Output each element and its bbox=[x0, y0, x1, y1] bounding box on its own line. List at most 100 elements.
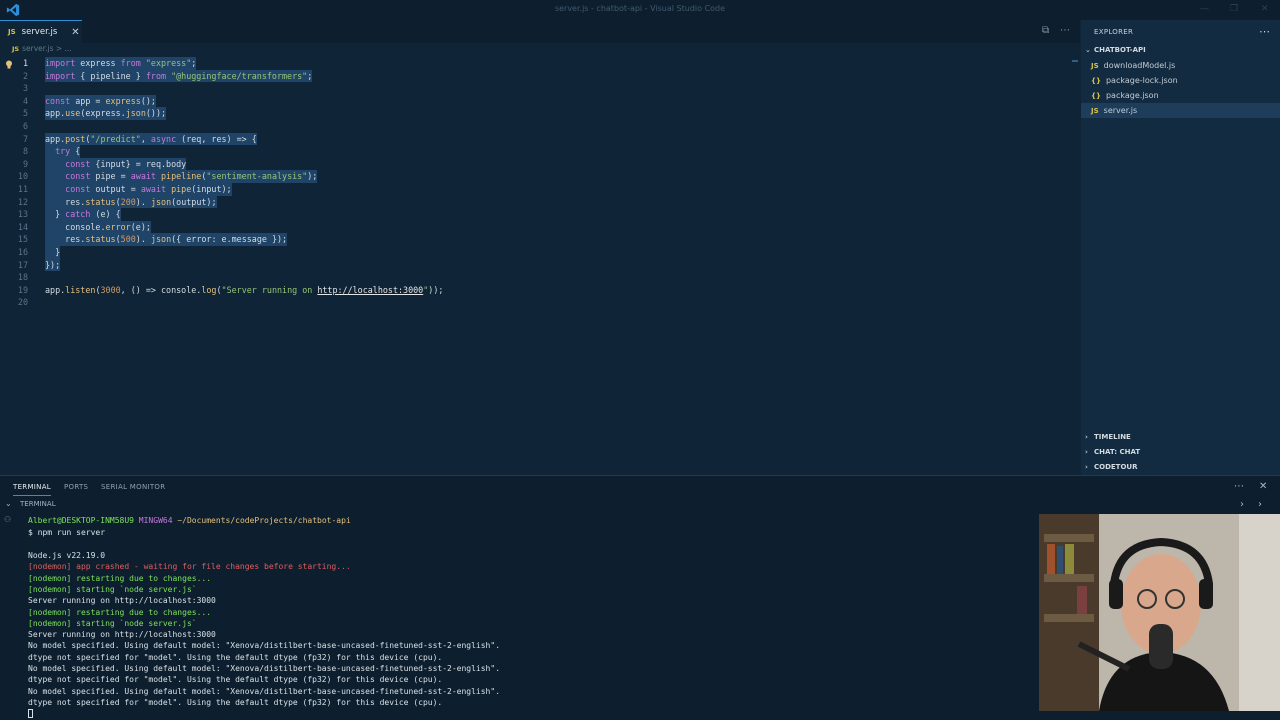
code-text: import { pipeline } from "@huggingface/t… bbox=[45, 69, 313, 83]
sidebar-section-header[interactable]: › TIMELINE bbox=[1085, 433, 1131, 441]
code-text: import express from "express"; bbox=[45, 57, 197, 70]
explorer-file-item[interactable]: {} package-lock.json bbox=[1081, 73, 1280, 88]
code-text: console.error(e); bbox=[45, 220, 151, 234]
code-line[interactable]: 17}); bbox=[0, 258, 1070, 272]
breadcrumb-text: server.js > ... bbox=[22, 44, 72, 53]
more-actions-icon[interactable]: ⋯ bbox=[1060, 25, 1070, 36]
file-name: server.js bbox=[1103, 106, 1138, 115]
terminal-output-line: No model specified. Using default model:… bbox=[28, 664, 501, 673]
code-line[interactable]: 11 const output = await pipe(input); bbox=[0, 183, 1070, 196]
folder-header[interactable]: ⌄ CHATBOT-API bbox=[1085, 46, 1146, 54]
chevron-right-icon: › bbox=[1085, 463, 1088, 471]
panel-tabs: TERMINAL PORTS SERIAL MONITOR ⋯ ✕ bbox=[0, 476, 1280, 498]
chevron-right-icon[interactable]: › bbox=[1258, 499, 1262, 510]
code-line[interactable]: 2 import { pipeline } from "@huggingface/… bbox=[0, 69, 1070, 83]
terminal-output-line: Server running on http://localhost:3000 bbox=[28, 596, 216, 606]
chevron-right-icon: › bbox=[1085, 448, 1088, 456]
more-actions-icon[interactable]: ⋯ bbox=[1259, 25, 1270, 38]
code-line[interactable]: 9 const {input} = req.body bbox=[0, 157, 1070, 171]
code-line[interactable]: 18 bbox=[0, 271, 1070, 284]
line-number: 8 bbox=[22, 146, 28, 157]
chevron-down-icon: ⌄ bbox=[1085, 46, 1091, 54]
scrollbar-marker bbox=[1072, 60, 1078, 62]
explorer-file-item[interactable]: {} package.json bbox=[1081, 88, 1280, 103]
code-line[interactable]: 1 import express from "express"; bbox=[0, 57, 1070, 70]
code-line[interactable]: 14 console.error(e); bbox=[0, 220, 1070, 234]
explorer-file-item[interactable]: JS downloadModel.js bbox=[1081, 58, 1280, 73]
tab-serial-monitor[interactable]: SERIAL MONITOR bbox=[101, 483, 165, 491]
js-file-icon: JS bbox=[1091, 106, 1099, 115]
code-text: const app = express(); bbox=[45, 94, 156, 108]
minimize-icon[interactable]: — bbox=[1200, 4, 1209, 14]
code-editor[interactable]: 1 import express from "express"; 2 import {… bbox=[0, 57, 1070, 467]
terminal-prompt: Albert@DESKTOP-INM58U9 MINGW64 ~/Documen… bbox=[28, 516, 351, 525]
sidebar-title: EXPLORER bbox=[1094, 28, 1134, 36]
terminal-output-line: Node.js v22.19.0 bbox=[28, 551, 106, 560]
line-number: 11 bbox=[17, 184, 28, 194]
code-line[interactable]: 15 res.status(500). json({ error: e.mess… bbox=[0, 233, 1070, 246]
close-window-icon[interactable]: ✕ bbox=[1261, 4, 1269, 14]
editor-tab-bar: JS server.js ✕ bbox=[0, 20, 1080, 43]
terminal-output-line: [nodemon] starting `node server.js` bbox=[28, 618, 197, 628]
panel-more-icon[interactable]: ⋯ bbox=[1234, 481, 1244, 492]
code-line[interactable]: 13 } catch (e) { bbox=[0, 208, 1070, 221]
title-bar: server.js - chatbot-api - Visual Studio … bbox=[0, 0, 1280, 20]
code-text: app.post("/predict", async (req, res) =>… bbox=[45, 132, 257, 146]
tab-ports[interactable]: PORTS bbox=[64, 483, 88, 491]
line-number: 16 bbox=[17, 247, 28, 257]
code-line[interactable]: 10 const pipe = await pipeline("sentimen… bbox=[0, 170, 1070, 183]
terminal-output-line: No model specified. Using default model:… bbox=[28, 641, 501, 651]
code-text: const output = await pipe(input); bbox=[45, 183, 232, 196]
code-line[interactable]: 5 app.use(express.json()); bbox=[0, 107, 1070, 120]
explorer-file-item[interactable]: JS server.js bbox=[1081, 103, 1280, 118]
open-changes-icon[interactable]: ⧉ bbox=[1042, 25, 1049, 36]
terminal-section-title: TERMINAL bbox=[20, 500, 56, 508]
code-line[interactable]: 16 } bbox=[0, 246, 1070, 259]
file-name: package-lock.json bbox=[1105, 76, 1178, 85]
code-line[interactable]: 7 app.post("/predict", async (req, res) =… bbox=[0, 132, 1070, 146]
terminal-command: $ npm run server bbox=[28, 528, 106, 537]
code-text: }); bbox=[45, 258, 61, 272]
line-number: 15 bbox=[17, 234, 28, 245]
tab-server-js[interactable]: JS server.js ✕ bbox=[0, 20, 82, 43]
terminal-output-line: dtype not specified for "model". Using t… bbox=[28, 652, 443, 662]
line-number: 4 bbox=[22, 95, 28, 106]
line-number: 12 bbox=[17, 196, 28, 207]
file-name: package.json bbox=[1105, 91, 1159, 100]
sidebar-section-header[interactable]: › CHAT: CHAT bbox=[1085, 448, 1140, 456]
line-number: 9 bbox=[22, 158, 28, 169]
code-text: app.use(express.json()); bbox=[45, 107, 167, 120]
sidebar-section-header[interactable]: › CODETOUR bbox=[1085, 463, 1137, 471]
terminal-gutter-icon: ⚇ bbox=[4, 515, 12, 524]
code-text: } catch (e) { bbox=[45, 208, 121, 221]
code-line[interactable]: 8 try { bbox=[0, 145, 1070, 158]
json-file-icon: {} bbox=[1091, 91, 1101, 100]
close-tab-icon[interactable]: ✕ bbox=[71, 27, 79, 38]
line-number: 10 bbox=[17, 171, 28, 182]
line-number: 19 bbox=[17, 284, 28, 295]
line-number: 17 bbox=[17, 259, 28, 270]
close-panel-icon[interactable]: ✕ bbox=[1259, 481, 1267, 492]
code-line[interactable]: 4 const app = express(); bbox=[0, 94, 1070, 108]
chevron-down-icon[interactable]: ⌄ bbox=[5, 499, 12, 508]
code-line[interactable]: 20 bbox=[0, 296, 1070, 309]
line-number: 6 bbox=[22, 121, 28, 131]
code-text: try { bbox=[45, 145, 81, 158]
terminal-output-line: [nodemon] restarting due to changes... bbox=[28, 607, 212, 617]
code-line[interactable]: 3 bbox=[0, 82, 1070, 95]
lightbulb-icon[interactable] bbox=[5, 60, 13, 69]
code-text: res.status(500). json({ error: e.message… bbox=[45, 233, 288, 246]
chevron-right-icon[interactable]: › bbox=[1240, 499, 1244, 510]
code-text: const {input} = req.body bbox=[45, 157, 187, 171]
tab-terminal[interactable]: TERMINAL bbox=[13, 483, 51, 496]
webcam-overlay bbox=[1039, 514, 1280, 711]
code-line[interactable]: 12 res.status(200). json(output); bbox=[0, 195, 1070, 209]
terminal-output-line: [nodemon] restarting due to changes... bbox=[28, 573, 212, 583]
breadcrumb[interactable]: JS server.js > ... bbox=[12, 44, 72, 53]
code-line[interactable]: 6 bbox=[0, 120, 1070, 133]
code-line[interactable]: 19 app.listen(3000, () => console.log("Se… bbox=[0, 284, 1070, 297]
maximize-icon[interactable]: ❐ bbox=[1230, 4, 1238, 14]
terminal-cursor bbox=[28, 709, 33, 718]
js-file-icon: JS bbox=[1091, 61, 1099, 70]
code-text: } bbox=[45, 246, 61, 259]
